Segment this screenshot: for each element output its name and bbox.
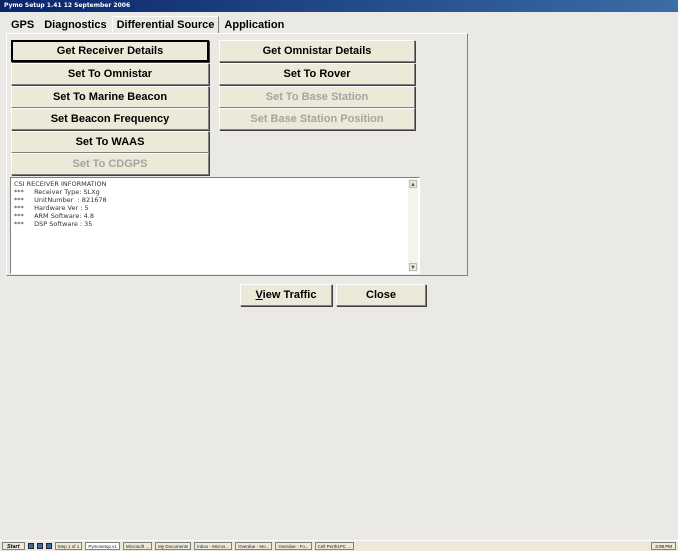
tab-differential-source[interactable]: Differential Source <box>111 16 220 34</box>
vertical-scrollbar[interactable]: ▲ ▼ <box>408 179 418 272</box>
view-traffic-accelerator: V <box>255 289 263 301</box>
receiver-info-text: CSI RECEIVER INFORMATION *** Receiver Ty… <box>14 180 107 228</box>
taskbar-item[interactable]: Pymosetup.v1 <box>85 541 120 550</box>
taskbar-item[interactable]: Inbox - Micros... <box>194 541 233 550</box>
tab-diagnostics[interactable]: Diagnostics <box>39 16 111 34</box>
view-traffic-label: iew Traffic <box>262 289 317 301</box>
quicklaunch-icon[interactable] <box>36 542 43 549</box>
taskbar: Start Step 1 of 1 Pymosetup.v1 Microsoft… <box>0 540 678 550</box>
system-clock: 3:08 PM <box>651 541 676 550</box>
tab-bar: GPS Diagnostics Differential Source Appl… <box>6 16 289 34</box>
get-receiver-details-button[interactable]: Get Receiver Details <box>11 40 209 62</box>
taskbar-item[interactable]: Overdue - Fo... <box>275 541 312 550</box>
set-to-omnistar-button[interactable]: Set To Omnistar <box>11 63 209 85</box>
set-to-base-station-button: Set To Base Station <box>219 86 415 108</box>
set-base-station-position-button: Set Base Station Position <box>219 108 415 130</box>
quicklaunch-icon[interactable] <box>27 542 34 549</box>
scroll-up-icon[interactable]: ▲ <box>409 180 417 188</box>
taskbar-item[interactable]: Microsoft ... <box>122 541 153 550</box>
tab-application[interactable]: Application <box>219 16 289 34</box>
quicklaunch-icon[interactable] <box>45 542 52 549</box>
get-omnistar-details-button[interactable]: Get Omnistar Details <box>219 40 415 62</box>
taskbar-item[interactable]: Cell Perth1PC ... <box>314 541 355 550</box>
taskbar-item[interactable]: Overdue - Mo... <box>235 541 273 550</box>
window-titlebar: Pymo Setup 1.41 12 September 2006 <box>0 0 678 12</box>
taskbar-item[interactable]: Step 1 of 1 <box>54 541 83 550</box>
set-to-waas-button[interactable]: Set To WAAS <box>11 131 209 153</box>
set-to-rover-button[interactable]: Set To Rover <box>219 63 415 85</box>
scroll-down-icon[interactable]: ▼ <box>409 263 417 271</box>
set-to-marine-beacon-button[interactable]: Set To Marine Beacon <box>11 86 209 108</box>
taskbar-item[interactable]: My Documents <box>155 541 192 550</box>
set-beacon-frequency-button[interactable]: Set Beacon Frequency <box>11 108 209 130</box>
tab-gps[interactable]: GPS <box>6 16 39 34</box>
start-button[interactable]: Start <box>2 541 25 550</box>
receiver-info-textbox[interactable]: CSI RECEIVER INFORMATION *** Receiver Ty… <box>10 177 420 274</box>
set-to-cdgps-button: Set To CDGPS <box>11 153 209 175</box>
view-traffic-button[interactable]: View Traffic <box>240 284 332 306</box>
close-button[interactable]: Close <box>336 284 426 306</box>
